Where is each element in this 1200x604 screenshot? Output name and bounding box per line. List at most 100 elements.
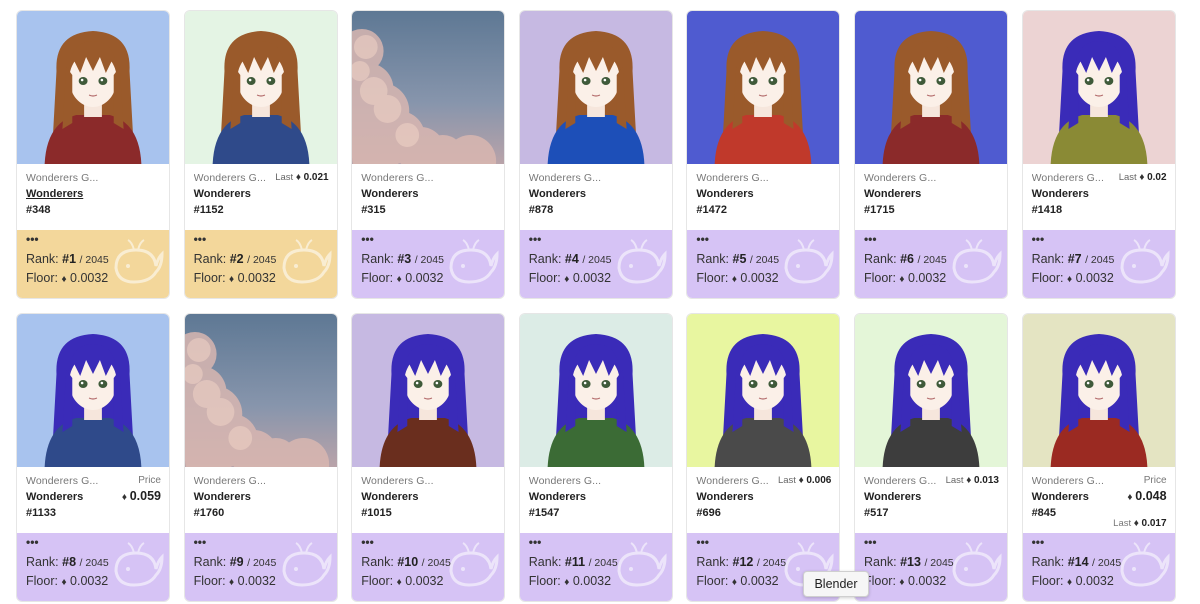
floor-value: 0.0032 <box>237 271 276 285</box>
collection-name: Wonderers G... <box>26 172 99 184</box>
rank-total: / 2045 <box>247 254 277 266</box>
collection-name: Wonderers G... <box>863 172 937 184</box>
nft-artwork-image[interactable] <box>519 11 672 164</box>
last-label: Last <box>1118 172 1137 183</box>
nft-card[interactable]: Wonderers G... Wonderers #1133 Price ♦ 0.059… <box>16 313 170 602</box>
rank-label: Rank: <box>528 252 562 266</box>
nft-artwork-image[interactable] <box>687 314 840 467</box>
eth-icon: ♦ <box>798 475 804 486</box>
nft-info: Wonderers G... Wonderers #315 <box>352 164 505 230</box>
nft-artwork-image[interactable] <box>352 314 505 467</box>
rank-total: / 2045 <box>414 254 444 266</box>
floor-label: Floor: <box>193 271 226 285</box>
rank-total: / 2045 <box>917 254 947 266</box>
last-sale-line: Last ♦ 0.02 <box>1119 172 1167 183</box>
card-footer: ••• Rank: #9 / 2045 Floor: ♦ 0.0032 <box>184 533 337 601</box>
nft-card[interactable]: Wonderers G... Wonderers #315 ••• Rank: #3 /… <box>351 10 506 299</box>
rank-value: #3 <box>397 252 412 266</box>
nft-info: Wonderers G... Wonderers #1152 Last ♦ 0.021 <box>184 164 337 230</box>
floor-value: 0.0032 <box>1075 574 1114 588</box>
price-value-line: ♦ 0.059 <box>122 489 161 503</box>
nft-card[interactable]: Wonderers G... Wonderers #1547 ••• Rank: #11… <box>518 313 673 602</box>
rank-label: Rank: <box>528 555 562 569</box>
nft-name-link[interactable]: Wonderers <box>529 188 663 200</box>
nft-artwork-image[interactable] <box>854 314 1007 467</box>
card-footer: ••• Rank: #8 / 2045 Floor: ♦ 0.0032 <box>17 533 169 601</box>
eth-icon: ♦ <box>731 577 737 588</box>
nft-info: Wonderers G... Wonderers #1418 Last ♦ 0.02 <box>1022 164 1175 230</box>
rank-value: #9 <box>229 555 244 569</box>
nft-artwork-image[interactable] <box>352 11 505 164</box>
nft-card[interactable]: Wonderers G... Wonderers #1760 ••• Rank: #9 … <box>183 313 338 602</box>
nft-name-link[interactable]: Wonderers <box>696 491 830 503</box>
nft-card[interactable]: Wonderers G... Wonderers #845 Price ♦ 0.048 L… <box>1021 313 1176 602</box>
nft-artwork-image[interactable] <box>519 314 672 467</box>
nft-name-link[interactable]: Wonderers <box>194 188 328 200</box>
token-number: #517 <box>863 507 889 519</box>
nft-card[interactable]: Wonderers G... Wonderers #1715 ••• Rank: #6 … <box>853 10 1008 299</box>
eth-icon: ♦ <box>899 577 905 588</box>
eth-icon: ♦ <box>61 577 67 588</box>
nft-name-link[interactable]: Wonderers <box>864 188 998 200</box>
collection-name: Wonderers G... <box>361 172 434 184</box>
nft-name-link[interactable]: Wonderers <box>696 188 830 200</box>
nft-name-link[interactable]: Wonderers <box>529 491 663 503</box>
rank-label: Rank: <box>193 555 227 569</box>
last-sale-sub: Last ♦ 0.017 <box>1113 518 1166 529</box>
nft-card[interactable]: Wonderers G... Wonderers #878 ••• Rank: #4 /… <box>518 10 673 299</box>
last-label: Last <box>777 475 796 486</box>
last-sale-value: 0.021 <box>303 172 329 183</box>
collection-name: Wonderers G... <box>26 475 99 487</box>
floor-value: 0.0032 <box>405 271 444 285</box>
floor-label: Floor: <box>1031 574 1064 588</box>
eth-icon: ♦ <box>396 577 402 588</box>
nft-card[interactable]: Wonderers G... Wonderers #696 Last ♦ 0.006 •… <box>686 313 841 602</box>
nft-name-link[interactable]: Wonderers <box>361 491 495 503</box>
nft-info: Wonderers G... Wonderers #1547 <box>519 467 672 533</box>
nft-name-link[interactable]: Wonderers <box>26 188 160 200</box>
whale-logo-icon <box>617 542 667 587</box>
collection-name: Wonderers G... <box>528 475 602 487</box>
nft-name-link[interactable]: Wonderers <box>194 491 328 503</box>
last-sale: Last ♦ 0.02 <box>1119 172 1167 183</box>
rank-value: #10 <box>397 555 419 569</box>
nft-card[interactable]: Wonderers G... Wonderers #1418 Last ♦ 0.02 •… <box>1021 10 1176 299</box>
floor-label: Floor: <box>26 574 58 588</box>
last-sale-line: Last ♦ 0.006 <box>778 475 831 486</box>
whale-logo-icon <box>282 542 332 587</box>
rank-value: #13 <box>900 555 921 569</box>
blender-tooltip: Blender <box>803 571 869 597</box>
nft-artwork-image[interactable] <box>854 11 1007 164</box>
rank-value: #1 <box>62 252 77 266</box>
nft-info: Wonderers G... Wonderers #1760 <box>184 467 337 533</box>
floor-label: Floor: <box>528 574 561 588</box>
rank-label: Rank: <box>1031 555 1065 569</box>
nft-info: Wonderers G... Wonderers #696 Last ♦ 0.006 <box>687 467 840 533</box>
nft-card[interactable]: Wonderers G... Wonderers #1472 ••• Rank: #5 … <box>686 10 841 299</box>
nft-info: Wonderers G... Wonderers #1715 <box>854 164 1007 230</box>
nft-card[interactable]: Wonderers G... Wonderers #1152 Last ♦ 0.021… <box>183 10 338 299</box>
nft-name-link[interactable]: Wonderers <box>1032 188 1166 200</box>
rank-label: Rank: <box>696 555 730 569</box>
rank-label: Rank: <box>26 252 59 266</box>
nft-artwork-image[interactable] <box>17 11 169 164</box>
nft-artwork-image[interactable] <box>17 314 169 467</box>
nft-artwork-image[interactable] <box>184 11 337 164</box>
last-sale-line: Last ♦ 0.021 <box>275 172 328 183</box>
floor-value: 0.0032 <box>1075 271 1114 285</box>
nft-card[interactable]: Wonderers G... Wonderers #517 Last ♦ 0.013 •… <box>853 313 1008 602</box>
nft-card[interactable]: Wonderers G... Wonderers #348 ••• Rank: #1 /… <box>16 10 170 299</box>
nft-artwork-image[interactable] <box>184 314 337 467</box>
floor-value: 0.0032 <box>572 271 612 285</box>
nft-artwork-image[interactable] <box>687 11 840 164</box>
whale-logo-icon <box>449 542 499 587</box>
nft-name-link[interactable]: Wonderers <box>361 188 495 200</box>
nft-info: Wonderers G... Wonderers #878 <box>519 164 672 230</box>
nft-artwork-image[interactable] <box>1022 11 1175 164</box>
nft-artwork-image[interactable] <box>1022 314 1175 467</box>
rank-total: / 2045 <box>79 557 109 569</box>
rank-total: / 2045 <box>1085 254 1115 266</box>
nft-card[interactable]: Wonderers G... Wonderers #1015 ••• Rank: #10… <box>351 313 506 602</box>
nft-name-link[interactable]: Wonderers <box>864 491 998 503</box>
collection-name: Wonderers G... <box>863 475 937 487</box>
